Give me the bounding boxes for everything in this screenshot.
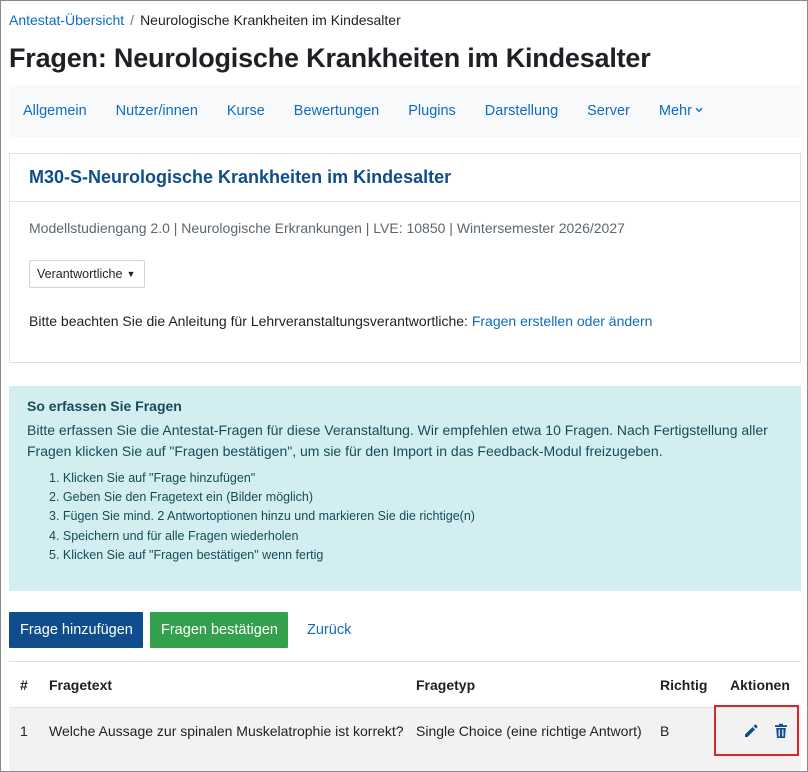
- actions-highlight-box: [714, 705, 799, 756]
- back-link[interactable]: Zurück: [307, 622, 351, 638]
- col-header-num: #: [9, 661, 49, 708]
- tab-kurse[interactable]: Kurse: [227, 103, 265, 119]
- list-item: 1. Klicken Sie auf "Frage hinzufügen": [49, 471, 256, 485]
- info-text: Bitte erfassen Sie die Antestat-Fragen f…: [27, 422, 768, 459]
- guide-link[interactable]: Fragen erstellen oder ändern: [472, 313, 653, 329]
- tab-plugins[interactable]: Plugins: [408, 103, 456, 119]
- col-header-correct: Richtig: [660, 661, 730, 708]
- breadcrumb: Antestat-Übersicht / Neurologische Krankhe…: [9, 12, 401, 28]
- course-card: M30-S-Neurologische Krankheiten im Kinde…: [9, 153, 801, 363]
- confirm-questions-button[interactable]: Fragen bestätigen: [150, 612, 288, 648]
- questions-table: # Fragetext Fragetyp Richtig Aktionen 1 …: [9, 661, 801, 771]
- breadcrumb-separator: /: [130, 12, 135, 28]
- tab-more-label: Mehr: [658, 103, 692, 119]
- table-header-row: # Fragetext Fragetyp Richtig Aktionen: [9, 661, 801, 708]
- breadcrumb-link-overview[interactable]: Antestat-Übersicht: [9, 12, 124, 28]
- tab-bewertungen[interactable]: Bewertungen: [294, 103, 379, 119]
- info-title: So erfassen Sie Fragen: [27, 398, 182, 414]
- list-item: 3. Fügen Sie mind. 2 Antwortoptionen hin…: [49, 509, 475, 524]
- info-box: So erfassen Sie Fragen Bitte erfassen Si…: [9, 386, 801, 591]
- col-header-actions: Aktionen: [730, 661, 801, 708]
- list-item: 5. Klicken Sie auf "Fragen bestätigen" w…: [49, 547, 324, 562]
- page-title: Fragen: Neurologische Krankheiten im Kin…: [9, 43, 651, 73]
- tab-more[interactable]: Mehr: [659, 103, 703, 119]
- course-meta: Modellstudiengang 2.0 | Neurologische Er…: [29, 220, 625, 236]
- cell-question-type: Single Choice (eine richtige Antwort): [416, 707, 660, 771]
- responsible-dropdown-label: Verantwortliche: [37, 267, 123, 281]
- list-item: 2. Geben Sie den Fragetext ein (Bilder m…: [49, 490, 314, 505]
- col-header-text: Fragetext: [49, 661, 416, 708]
- responsible-dropdown[interactable]: Verantwortliche ▼: [29, 260, 145, 288]
- course-note: Bitte beachten Sie die Anleitung für Leh…: [29, 313, 652, 329]
- breadcrumb-current: Neurologische Krankheiten im Kindesalter: [140, 12, 401, 28]
- info-steps: 1. Klicken Sie auf "Frage hinzufügen" 2.…: [27, 469, 783, 565]
- table-row: 1 Welche Aussage zur spinalen Muskelatro…: [9, 707, 801, 771]
- course-title: M30-S-Neurologische Krankheiten im Kinde…: [10, 154, 800, 202]
- list-item: 4. Speichern und für alle Fragen wiederh…: [49, 528, 299, 543]
- caret-down-icon: ▼: [126, 269, 136, 279]
- chevron-down-icon: [695, 105, 703, 115]
- course-note-text: Bitte beachten Sie die Anleitung für Leh…: [29, 313, 468, 329]
- tab-darstellung[interactable]: Darstellung: [485, 103, 558, 119]
- col-header-type: Fragetyp: [416, 661, 660, 708]
- tab-allgemein[interactable]: Allgemein: [23, 103, 87, 119]
- tab-server[interactable]: Server: [587, 103, 630, 119]
- tab-nutzer[interactable]: Nutzer/innen: [116, 103, 198, 119]
- add-question-button[interactable]: Frage hinzufügen: [9, 612, 143, 648]
- page-frame: Antestat-Übersicht / Neurologische Krankhe…: [0, 0, 808, 772]
- cell-question-text: Welche Aussage zur spinalen Muskelatroph…: [49, 707, 416, 771]
- cell-num: 1: [9, 707, 49, 771]
- admin-nav-tabs: Allgemein Nutzer/innen Kurse Bewertungen…: [9, 85, 801, 137]
